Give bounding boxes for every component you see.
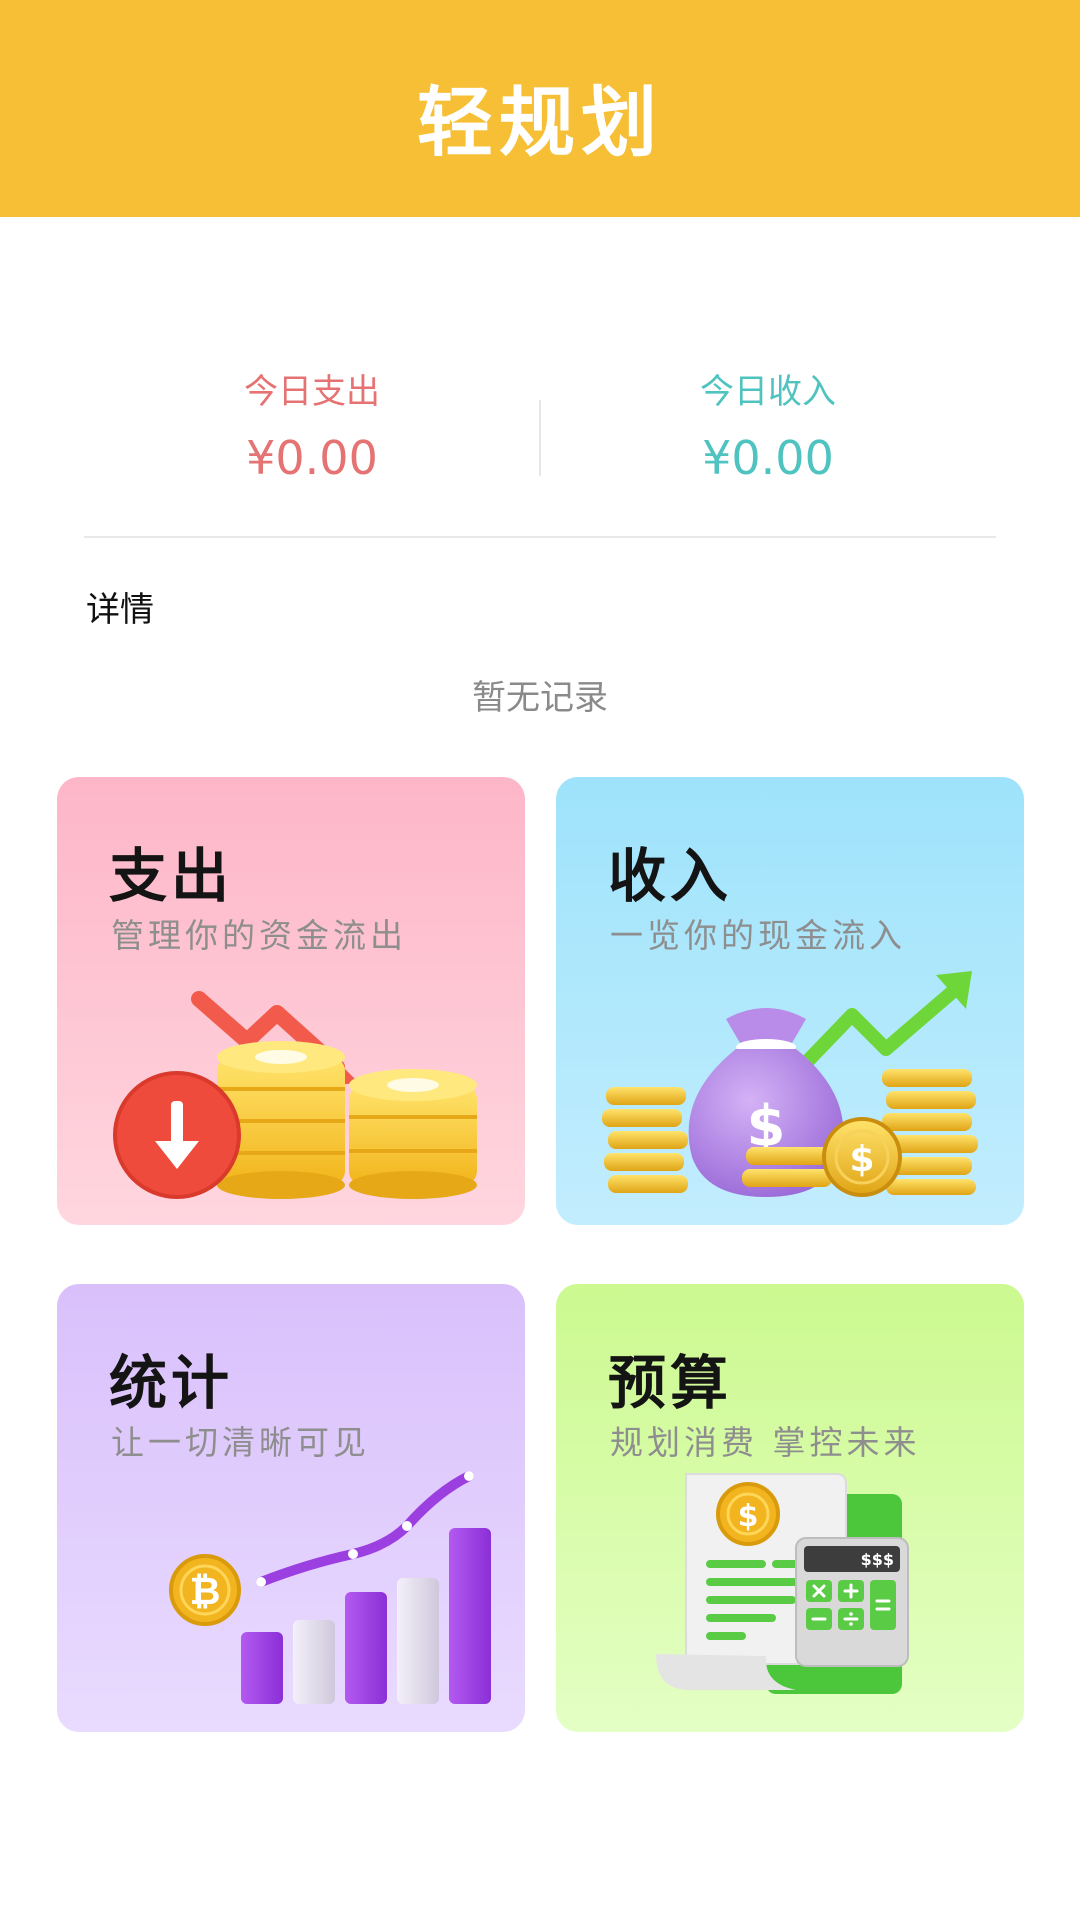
today-expense-summary: 今日支出 ¥0.00 [84,370,540,488]
money-bag-arrow-up-icon: $ $ [602,971,978,1197]
today-income-value: ¥0.00 [702,431,834,485]
summary-separator [84,536,996,538]
bar-chart-bitcoin-icon: ₿ [169,1471,491,1704]
today-income-summary: 今日收入 ¥0.00 [540,370,996,488]
budget-card[interactable]: 预算 规划消费 掌控未来 $ $$$ [556,1284,1024,1732]
budget-card-title: 预算 [608,1349,733,1417]
details-title: 详情 [86,590,154,630]
stats-card-subtitle: 让一切清晰可见 [111,1423,370,1462]
svg-text:$: $ [738,1499,759,1534]
calculator-receipt-icon: $ $$$ [656,1473,909,1694]
today-expense-label: 今日支出 [244,372,380,412]
empty-records-text: 暂无记录 [472,678,608,718]
expense-coins-arrow-down-icon [113,991,477,1199]
svg-text:₿: ₿ [190,1569,221,1613]
stats-card-title: 统计 [109,1349,234,1417]
app-header: 轻规划 [0,0,1080,217]
today-expense-value: ¥0.00 [246,431,378,485]
today-summary: 今日支出 ¥0.00 今日收入 ¥0.00 [84,370,996,540]
app-title: 轻规划 [417,77,663,167]
calculator-display: $$$ [861,1550,894,1569]
stats-card[interactable]: 统计 让一切清晰可见 ₿ [57,1284,525,1732]
expense-card[interactable]: 支出 管理你的资金流出 [57,777,525,1225]
income-card-subtitle: 一览你的现金流入 [610,916,906,955]
expense-card-subtitle: 管理你的资金流出 [111,916,407,955]
income-card[interactable]: 收入 一览你的现金流入 $ $ [556,777,1024,1225]
income-card-title: 收入 [608,842,733,910]
expense-card-title: 支出 [109,842,234,910]
svg-text:$: $ [849,1139,874,1180]
today-income-label: 今日收入 [700,372,836,412]
budget-card-subtitle: 规划消费 掌控未来 [610,1423,921,1462]
